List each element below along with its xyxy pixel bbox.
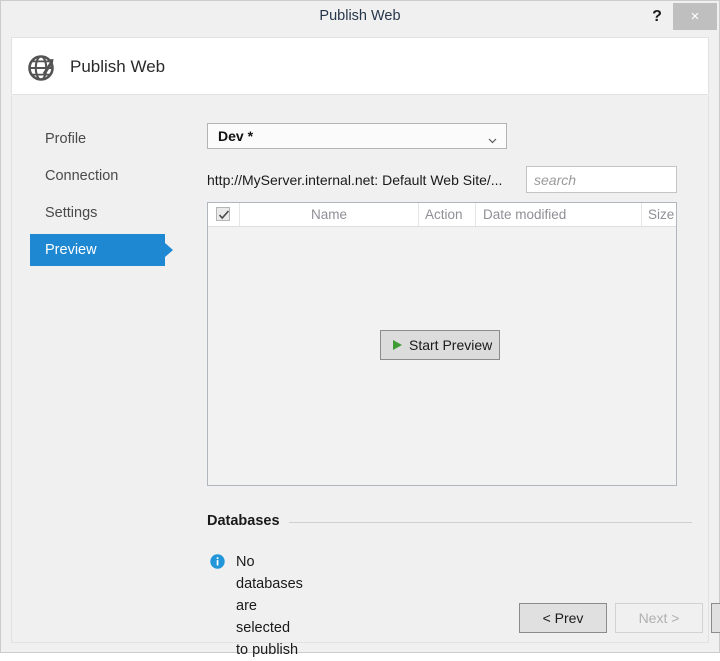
column-name[interactable]: Name — [239, 203, 418, 226]
sidebar-item-label: Profile — [45, 131, 86, 147]
publish-button[interactable]: Publish — [711, 603, 720, 633]
search-input[interactable] — [527, 167, 676, 192]
checkbox-box — [216, 207, 230, 221]
sidebar-item-settings[interactable]: Settings — [30, 197, 165, 229]
databases-message-text: No databases are selected to publish — [236, 551, 303, 573]
publish-web-dialog: Publish Web ? × Publish Web Profile — [0, 0, 720, 653]
select-all-checkbox[interactable] — [208, 203, 239, 226]
search-box[interactable] — [526, 166, 677, 193]
column-date-modified[interactable]: Date modified — [475, 203, 641, 226]
info-icon — [210, 554, 225, 569]
window-close-button[interactable]: × — [673, 3, 717, 30]
main-content: Dev * http://MyServer.internal.net: Defa… — [192, 96, 710, 643]
sidebar-item-label: Connection — [45, 168, 118, 184]
dialog-body: Profile Connection Settings Preview Dev … — [11, 96, 709, 643]
help-button[interactable]: ? — [643, 1, 671, 32]
section-divider — [289, 522, 692, 523]
section-title: Databases — [207, 511, 280, 531]
sidebar-item-label: Settings — [45, 205, 97, 221]
globe-publish-icon — [25, 49, 61, 85]
play-icon — [393, 340, 402, 350]
sidebar-item-profile[interactable]: Profile — [30, 123, 165, 155]
wizard-sidebar: Profile Connection Settings Preview — [12, 96, 192, 643]
databases-section-header: Databases — [207, 511, 692, 531]
chevron-down-icon — [488, 132, 497, 141]
profile-select[interactable]: Dev * — [207, 123, 507, 149]
dialog-footer: < Prev Next > Publish Close — [192, 603, 720, 643]
sidebar-item-preview[interactable]: Preview — [30, 234, 165, 266]
title-bar: Publish Web ? × — [1, 1, 719, 32]
start-preview-button[interactable]: Start Preview — [380, 330, 500, 360]
selected-pointer-icon — [165, 243, 173, 257]
sidebar-item-connection[interactable]: Connection — [30, 160, 165, 192]
prev-button[interactable]: < Prev — [519, 603, 607, 633]
column-size[interactable]: Size — [641, 203, 676, 226]
profile-select-value: Dev * — [218, 124, 253, 148]
target-url-label: http://MyServer.internal.net: Default We… — [207, 170, 502, 190]
dialog-header: Publish Web — [11, 37, 709, 95]
sidebar-item-label: Preview — [45, 242, 97, 258]
next-button: Next > — [615, 603, 703, 633]
file-list-header: Name Action Date modified Size — [208, 203, 676, 227]
checkmark-icon — [218, 209, 230, 221]
column-action[interactable]: Action — [418, 203, 475, 226]
dialog-header-title: Publish Web — [70, 38, 165, 95]
start-preview-label: Start Preview — [409, 331, 492, 359]
preview-file-list: Name Action Date modified Size Start Pre… — [207, 202, 677, 486]
window-title: Publish Web — [1, 1, 719, 32]
